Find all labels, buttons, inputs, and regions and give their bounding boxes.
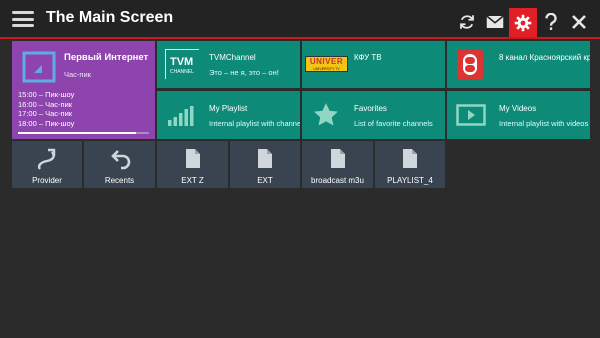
tile-label: PLAYLIST_4 [387,176,433,185]
shortcut-title: Favorites [354,104,387,113]
provider-tile[interactable]: Provider [12,141,82,188]
my-playlist-tile[interactable]: My Playlist Internal playlist with chann… [157,91,300,139]
undo-icon [111,150,131,170]
tile-label: EXT Z [181,176,204,185]
epg-row: 18:00 – Пик-шоу [18,118,75,128]
mail-icon[interactable] [481,8,509,36]
channel-name: TVMChannel [209,53,256,62]
menu-icon[interactable] [12,11,34,27]
tile-label: EXT [257,176,273,185]
my-videos-tile[interactable]: My Videos Internal playlist with videos [447,91,590,139]
epg-row: 17:00 – Час-пик [18,109,73,118]
channel-tile-8-kanal[interactable]: 8 канал Красноярский край [447,41,590,88]
refresh-icon[interactable] [453,8,481,36]
page-title: The Main Screen [46,9,174,26]
route-icon [37,148,56,170]
channel-tile-kfu[interactable]: UNIVER UNIVERSITY TV КФУ ТВ [302,41,445,88]
epg-row: 16:00 – Час-пик [18,99,73,109]
shortcut-subtitle: Internal playlist with channels [209,119,300,128]
channel-name: КФУ ТВ [354,53,382,62]
shortcut-title: My Playlist [209,104,248,113]
channel-tile-tvm[interactable]: TVM CHANNEL TVMChannel Это – не я, это –… [157,41,300,88]
settings-icon[interactable] [509,8,537,37]
program-progress-bar [18,132,149,134]
document-icon [330,149,345,168]
tv-tile-icon [22,51,56,83]
channel-now-playing: Это – не я, это – он! [209,68,279,77]
star-icon [314,103,338,126]
featured-channel-name: Первый Интернет [64,52,149,63]
document-icon [258,149,272,168]
document-icon [403,149,417,168]
univer-logo-icon: UNIVER UNIVERSITY TV [305,56,348,72]
shortcut-subtitle: Internal playlist with videos [499,119,589,128]
playlist-tile-ext-z[interactable]: EXT Z [157,141,228,188]
tile-label: broadcast m3u [311,176,364,185]
help-icon[interactable] [537,8,565,36]
epg-row: 15:00 – Пик-шоу [18,90,75,99]
epg-schedule: 15:00 – Пик-шоу 16:00 – Час-пик 17:00 – … [18,90,74,128]
tile-label: Recents [104,176,135,185]
playlist-tile-broadcast-m3u[interactable]: broadcast m3u [302,141,373,188]
top-bar: The Main Screen [0,0,600,39]
featured-now-title: Час-пик [64,70,91,79]
tvm-logo-icon: TVM CHANNEL [165,49,199,79]
8-channel-logo-icon [457,50,483,79]
document-icon [185,149,200,168]
featured-channel-tile[interactable]: Первый Интернет Час-пик 15:00 – Пик-шоу … [12,41,155,139]
shortcut-title: My Videos [499,104,537,113]
shortcut-subtitle: List of favorite channels [354,119,433,128]
playlist-tile-playlist-4[interactable]: PLAYLIST_4 [375,141,445,188]
bar-chart-icon [168,106,194,126]
video-icon [456,104,486,126]
favorites-tile[interactable]: Favorites List of favorite channels [302,91,445,139]
close-icon[interactable] [565,8,593,36]
playlist-tile-ext[interactable]: EXT [230,141,300,188]
tile-label: Provider [32,176,62,185]
recents-tile[interactable]: Recents [84,141,155,188]
channel-name: 8 канал Красноярский край [499,53,590,62]
